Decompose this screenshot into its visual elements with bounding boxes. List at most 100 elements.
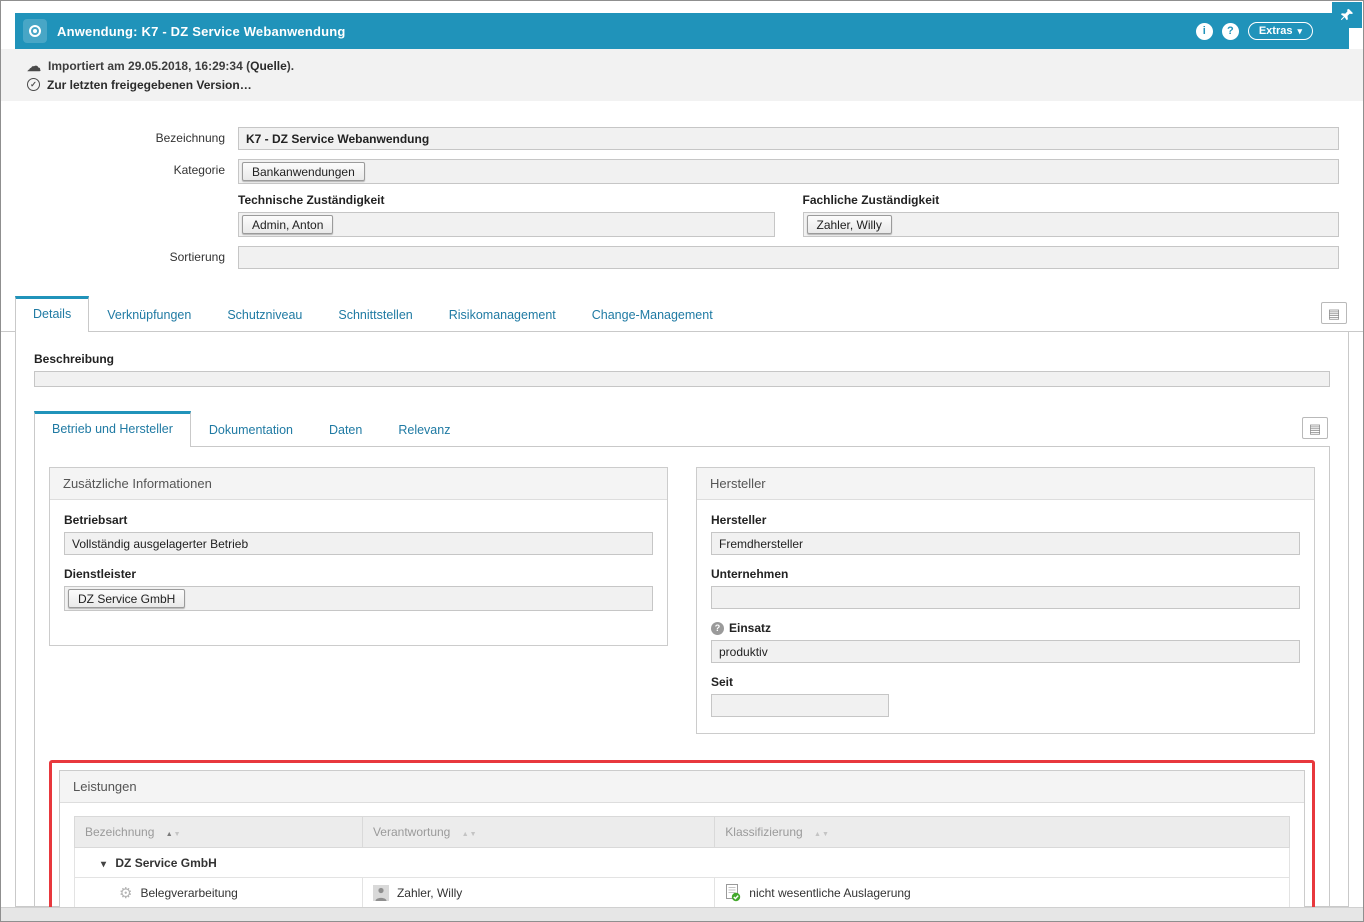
column-label: Klassifizierung [725,825,802,839]
technische-zustaendigkeit-field[interactable]: Admin, Anton [238,212,775,237]
column-label: Verantwortung [373,825,450,839]
sort-icons: ▲▼ [814,825,830,839]
fachliche-zustaendigkeit-group: Fachliche Zuständigkeit Zahler, Willy [803,193,1340,237]
sortierung-label: Sortierung [1,246,238,269]
person-avatar-icon [373,885,389,901]
sort-desc-icon: ▼ [174,831,182,838]
question-icon[interactable]: ? [711,622,724,635]
dienstleister-chip[interactable]: DZ Service GmbH [68,589,185,608]
info-icon[interactable]: i [1196,23,1213,40]
betrieb-hersteller-panel: Zusätzliche Informationen Betriebsart Di… [34,447,1330,922]
column-label: Bezeichnung [85,825,154,839]
quelle-link[interactable]: Quelle [250,59,287,73]
bezeichnung-row: Bezeichnung [1,127,1351,150]
einsatz-label-text: Einsatz [729,621,771,635]
main-tabs: Details Verknüpfungen Schutzniveau Schni… [1,296,1363,332]
check-circle-icon: ✓ [27,78,40,91]
header-form: Bezeichnung Kategorie Bankanwendungen Te… [1,101,1363,288]
window-title: Anwendung: K7 - DZ Service Webanwendung [57,24,346,39]
pushpin-glyph [1340,8,1354,22]
betriebsart-input[interactable] [64,532,653,555]
zustaendigkeit-row: Technische Zuständigkeit Admin, Anton Fa… [1,193,1351,237]
application-icon [23,19,47,43]
extras-button[interactable]: Extras ▾ [1248,22,1313,40]
table-header-row: Bezeichnung ▲▼ Verantwortung ▲▼ Klassifi… [75,817,1290,848]
table-row[interactable]: ⚙ Belegverarbeitung [75,878,1290,909]
tab-details[interactable]: Details [15,296,89,332]
import-text-prefix: Importiert am 29.05.2018, 16:29:34 ( [48,59,250,73]
seit-input[interactable] [711,694,889,717]
sort-asc-icon: ▲ [166,831,174,838]
tab-risikomanagement[interactable]: Risikomanagement [431,296,574,332]
sort-asc-icon: ▲ [814,831,822,838]
sortierung-row: Sortierung [1,246,1351,269]
kategorie-chip[interactable]: Bankanwendungen [242,162,365,181]
column-header-bezeichnung[interactable]: Bezeichnung ▲▼ [75,817,363,848]
sort-desc-icon: ▼ [822,831,830,838]
kategorie-field[interactable]: Bankanwendungen [238,159,1339,184]
hersteller-input[interactable] [711,532,1300,555]
import-text-suffix: ). [287,59,294,73]
bezeichnung-input[interactable] [238,127,1339,150]
tab-change-management[interactable]: Change-Management [574,296,731,332]
sortierung-input[interactable] [238,246,1339,269]
leistungen-panel: Leistungen Bezeichnung ▲▼ [59,770,1305,922]
betriebsart-label: Betriebsart [64,513,653,527]
einsatz-input[interactable] [711,640,1300,663]
beschreibung-input[interactable] [34,371,1330,387]
leistung-verantwortung: Zahler, Willy [397,886,462,900]
fachliche-zustaendigkeit-field[interactable]: Zahler, Willy [803,212,1340,237]
column-header-klassifizierung[interactable]: Klassifizierung ▲▼ [715,817,1290,848]
column-header-verantwortung[interactable]: Verantwortung ▲▼ [362,817,714,848]
menu-icon: ▤ [1309,422,1321,435]
sort-icons: ▲▼ [462,825,478,839]
annotation-highlight: Leistungen Bezeichnung ▲▼ [49,760,1315,922]
hersteller-label: Hersteller [711,513,1300,527]
import-info-line: ☁ Importiert am 29.05.2018, 16:29:34 (Qu… [27,56,1363,75]
tab-schnittstellen[interactable]: Schnittstellen [320,296,430,332]
tab-schutzniveau[interactable]: Schutzniveau [209,296,320,332]
last-released-version-link[interactable]: Zur letzten freigegebenen Version… [47,78,252,92]
sub-tabs: Betrieb und Hersteller Dokumentation Dat… [34,411,1330,447]
version-line: ✓ Zur letzten freigegebenen Version… [27,75,1363,94]
zusaetzliche-informationen-title: Zusätzliche Informationen [50,468,667,500]
titlebar-wrap: Anwendung: K7 - DZ Service Webanwendung … [1,1,1363,49]
help-icon[interactable]: ? [1222,23,1239,40]
leistung-bezeichnung: Belegverarbeitung [140,886,237,900]
tab-verknuepfungen[interactable]: Verknüpfungen [89,296,209,332]
pin-icon[interactable] [1332,2,1362,28]
technische-zustaendigkeit-label: Technische Zuständigkeit [238,193,775,207]
sort-asc-icon: ▲ [462,831,470,838]
beschreibung-label: Beschreibung [34,352,1330,366]
details-tab-panel: Beschreibung Betrieb und Hersteller Doku… [15,332,1349,907]
technische-zustaendigkeit-chip[interactable]: Admin, Anton [242,215,333,234]
bezeichnung-label: Bezeichnung [1,127,238,150]
leistung-klassifizierung: nicht wesentliche Auslagerung [749,886,910,900]
unternehmen-input[interactable] [711,586,1300,609]
collapse-caret-icon[interactable]: ▾ [101,859,106,870]
kategorie-label: Kategorie [1,159,238,182]
leistungen-title: Leistungen [60,771,1304,803]
caret-down-icon: ▾ [1297,26,1302,37]
cloud-import-icon: ☁ [27,59,41,73]
technische-zustaendigkeit-group: Technische Zuständigkeit Admin, Anton [238,193,775,237]
sort-icons: ▲▼ [166,825,182,839]
table-group-row[interactable]: ▾ DZ Service GmbH [75,848,1290,878]
group-label: DZ Service GmbH [115,856,216,870]
document-check-icon [725,884,741,902]
fachliche-zustaendigkeit-chip[interactable]: Zahler, Willy [807,215,892,234]
zusaetzliche-informationen-panel: Zusätzliche Informationen Betriebsart Di… [49,467,668,646]
menu-icon: ▤ [1328,307,1340,320]
subtab-dokumentation[interactable]: Dokumentation [191,411,311,447]
dienstleister-field[interactable]: DZ Service GmbH [64,586,653,611]
seit-label: Seit [711,675,1300,689]
tab-panel-menu-button[interactable]: ▤ [1321,302,1347,324]
subtab-daten[interactable]: Daten [311,411,380,447]
leistungen-table: Bezeichnung ▲▼ Verantwortung ▲▼ Klassifi… [74,816,1290,909]
gear-icon: ⚙ [119,886,132,901]
subtab-relevanz[interactable]: Relevanz [380,411,468,447]
sort-desc-icon: ▼ [470,831,478,838]
subtab-panel-menu-button[interactable]: ▤ [1302,417,1328,439]
dienstleister-label: Dienstleister [64,567,653,581]
subtab-betrieb-und-hersteller[interactable]: Betrieb und Hersteller [34,411,191,447]
